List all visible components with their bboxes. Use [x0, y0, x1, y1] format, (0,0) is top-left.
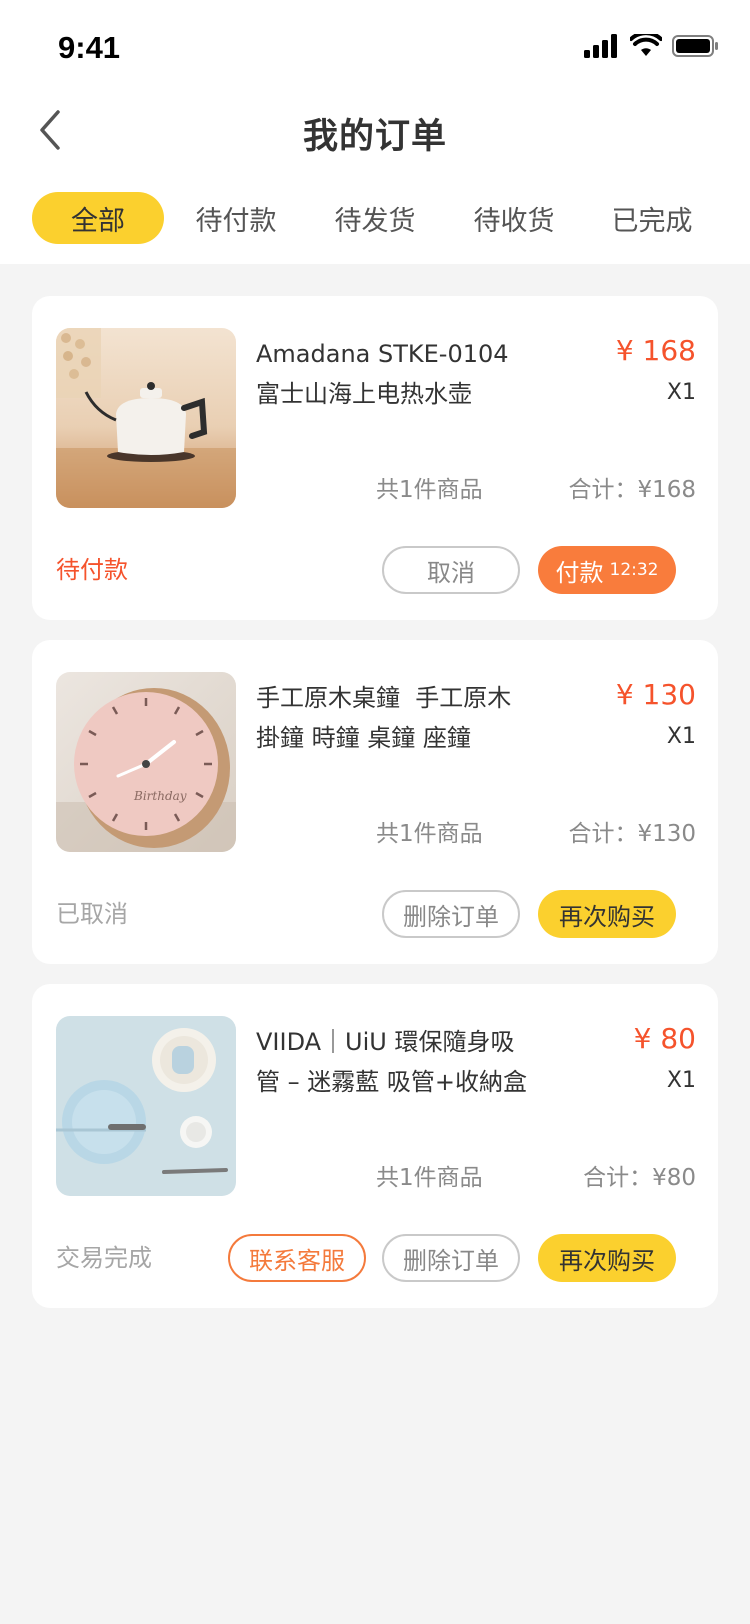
order-status: 交易完成: [56, 1244, 152, 1272]
order-total: 合计：¥168: [568, 477, 696, 503]
contact-service-button[interactable]: 联系客服: [228, 1234, 366, 1282]
nav-bar: 我的订单: [0, 90, 750, 174]
product-quantity: X1: [666, 724, 696, 749]
pay-button[interactable]: 付款 12:32: [538, 546, 676, 594]
product-title-line: Amadana STKE-0104: [256, 340, 509, 368]
tab-pending-shipment[interactable]: 待发货: [309, 192, 441, 244]
tab-completed[interactable]: 已完成: [586, 192, 718, 244]
status-time: 9:41: [58, 30, 121, 65]
item-count: 共1件商品: [376, 821, 483, 847]
product-price: ¥ 168: [615, 334, 696, 367]
product-quantity: X1: [666, 380, 696, 405]
product-title-line: 掛鐘 時鐘 桌鐘 座鐘: [256, 724, 471, 752]
product-image-kettle[interactable]: [56, 328, 236, 508]
buy-again-button[interactable]: 再次购买: [538, 890, 676, 938]
product-title[interactable]: Amadana STKE-0104 富士山海上电热水壶: [256, 334, 556, 414]
wifi-icon: [629, 31, 663, 62]
product-price: ¥ 130: [615, 678, 696, 711]
item-count: 共1件商品: [376, 1165, 483, 1191]
status-icons: [584, 31, 720, 62]
product-image-clock[interactable]: Birthday: [56, 672, 236, 852]
order-status: 已取消: [56, 900, 128, 928]
header-area: 9:41 我的订单 全部 待付款 待发货 待收货 已完成: [0, 0, 750, 264]
order-total: 合计：¥130: [568, 821, 696, 847]
tab-pending-receipt[interactable]: 待收货: [448, 192, 580, 244]
pay-button-label: 付款: [555, 558, 604, 587]
tab-pending-payment[interactable]: 待付款: [170, 192, 302, 244]
order-card[interactable]: Amadana STKE-0104 富士山海上电热水壶 ¥ 168 X1 共1件…: [32, 296, 718, 620]
tab-all[interactable]: 全部: [32, 192, 164, 244]
order-card[interactable]: VIIDA｜UiU 環保隨身吸 管 – 迷霧藍 吸管+收納盒 ¥ 80 X1 共…: [32, 984, 718, 1308]
product-title-line: 富士山海上电热水壶: [256, 380, 472, 408]
pay-countdown: 12:32: [609, 560, 659, 580]
battery-icon: [672, 34, 720, 62]
delete-order-button[interactable]: 删除订单: [382, 1234, 520, 1282]
page-title: 我的订单: [302, 117, 447, 157]
item-count: 共1件商品: [376, 477, 483, 503]
cancel-order-button[interactable]: 取消: [382, 546, 520, 594]
buy-again-button[interactable]: 再次购买: [538, 1234, 676, 1282]
product-price: ¥ 80: [633, 1022, 696, 1055]
product-title[interactable]: VIIDA｜UiU 環保隨身吸 管 – 迷霧藍 吸管+收納盒: [256, 1022, 556, 1102]
product-title-line: 管 – 迷霧藍 吸管+收納盒: [256, 1068, 527, 1096]
product-image-straw-set[interactable]: [56, 1016, 236, 1196]
order-total: 合计：¥80: [583, 1165, 696, 1191]
delete-order-button[interactable]: 删除订单: [382, 890, 520, 938]
product-title[interactable]: 手工原木桌鐘 手工原木 掛鐘 時鐘 桌鐘 座鐘: [256, 678, 556, 758]
signal-icon: [584, 34, 620, 62]
status-bar: 9:41: [0, 0, 750, 90]
order-card[interactable]: Birthday 手工原木桌鐘 手工原木 掛鐘 時鐘 桌鐘 座鐘 ¥ 130 X…: [32, 640, 718, 964]
product-quantity: X1: [666, 1068, 696, 1093]
product-title-line: 手工原木桌鐘 手工原木: [256, 684, 512, 712]
order-tabs: 全部 待付款 待发货 待收货 已完成: [0, 192, 750, 248]
svg-text:Birthday: Birthday: [133, 789, 187, 803]
order-status: 待付款: [56, 556, 128, 584]
product-title-line: VIIDA｜UiU 環保隨身吸: [256, 1028, 515, 1056]
